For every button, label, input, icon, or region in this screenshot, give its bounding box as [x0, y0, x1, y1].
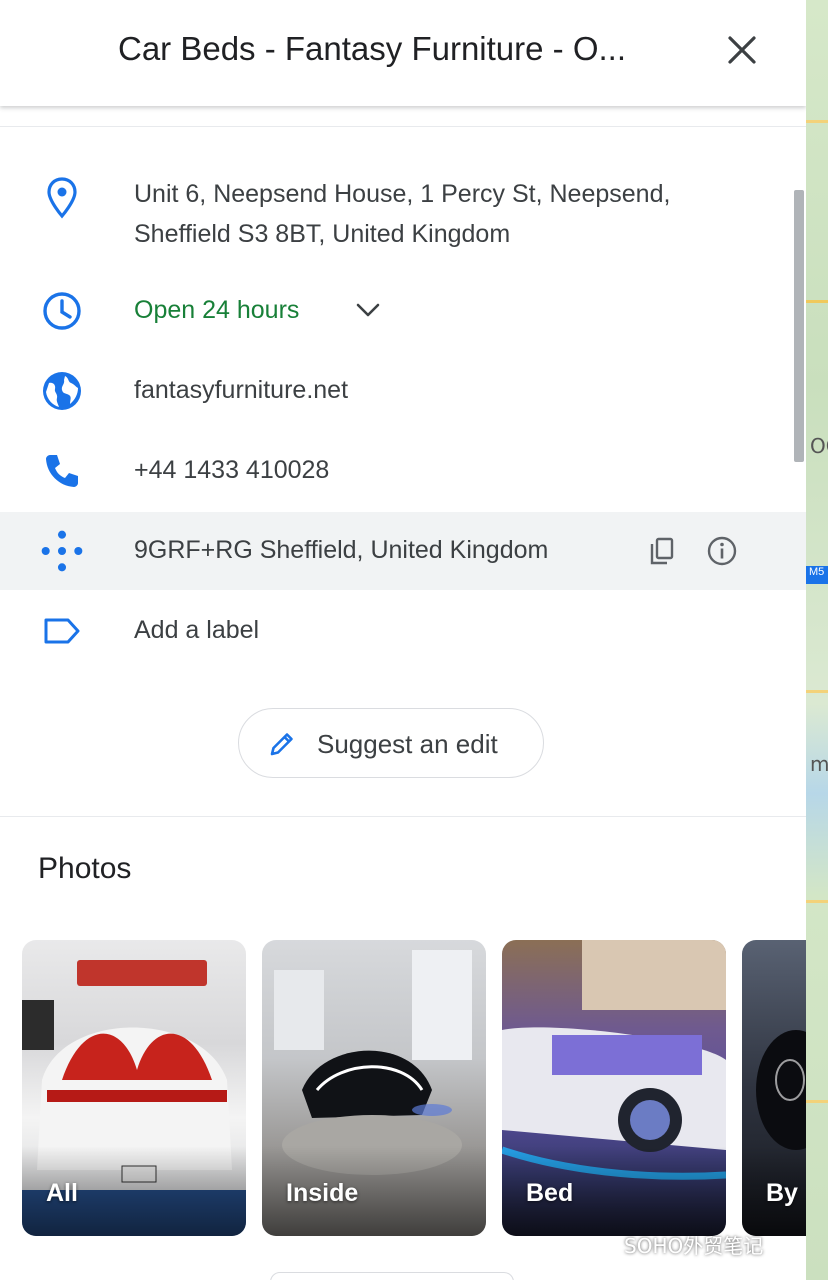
phone-icon	[38, 447, 86, 495]
photo-inside[interactable]: Inside	[262, 940, 486, 1236]
photo-label-inside: Inside	[286, 1179, 359, 1207]
photo-label-all: All	[46, 1179, 78, 1207]
chevron-down-icon	[356, 303, 380, 317]
photo-by-owner[interactable]: By	[742, 940, 806, 1236]
watermark: SOHO外贸笔记	[624, 1234, 764, 1258]
hours-status: Open 24 hours	[134, 296, 300, 324]
add-label-text: Add a label	[134, 616, 260, 644]
hours-expand-button[interactable]	[350, 292, 386, 328]
website-row[interactable]: fantasyfurniture.net	[0, 366, 806, 416]
place-details-panel: Car Beds - Fantasy Furniture - O... Unit…	[0, 0, 806, 1280]
map-road	[806, 120, 828, 123]
info-icon	[707, 536, 737, 566]
address-line2: Sheffield S3 8BT, United Kingdom	[134, 220, 511, 248]
map-road	[806, 900, 828, 903]
plus-code-icon	[38, 527, 86, 575]
copy-icon	[650, 537, 674, 565]
plus-code-text: 9GRF+RG Sheffield, United Kingdom	[134, 536, 549, 564]
close-icon	[728, 36, 756, 64]
copy-plus-code-button[interactable]	[644, 533, 680, 569]
map-label: OC	[810, 434, 828, 458]
pencil-icon	[270, 733, 293, 756]
phone-row[interactable]: +44 1433 410028	[0, 446, 806, 496]
map-road	[806, 690, 828, 693]
phone-number[interactable]: +44 1433 410028	[134, 450, 329, 490]
website-link[interactable]: fantasyfurniture.net	[134, 370, 348, 410]
map-road	[806, 1100, 828, 1103]
place-title: Car Beds - Fantasy Furniture - O...	[118, 30, 626, 67]
scrollbar-thumb[interactable]	[794, 190, 804, 462]
close-button[interactable]	[722, 30, 762, 70]
photo-all[interactable]: All	[22, 940, 246, 1236]
label-icon	[38, 607, 86, 655]
more-button[interactable]	[270, 1272, 514, 1280]
map-route-badge: M5	[806, 566, 828, 584]
plus-code-info-button[interactable]	[704, 533, 740, 569]
divider	[0, 816, 806, 817]
map-label: m	[810, 752, 828, 776]
photo-label-by: By	[766, 1179, 798, 1207]
divider	[0, 126, 806, 127]
map-road	[806, 300, 828, 303]
photo-label-bed: Bed	[526, 1179, 574, 1207]
plus-code-row[interactable]: 9GRF+RG Sheffield, United Kingdom	[0, 512, 806, 590]
address-line1: Unit 6, Neepsend House, 1 Percy St, Neep…	[134, 180, 671, 208]
panel-header: Car Beds - Fantasy Furniture - O...	[0, 0, 806, 106]
location-pin-icon	[38, 174, 86, 222]
photos-heading: Photos	[38, 852, 132, 885]
photo-bed[interactable]: Bed	[502, 940, 726, 1236]
hours-row[interactable]: Open 24 hours	[0, 286, 806, 336]
add-label-row[interactable]: Add a label	[0, 606, 806, 656]
address-row[interactable]: Unit 6, Neepsend House, 1 Percy St, Neep…	[0, 168, 806, 264]
suggest-edit-button[interactable]: Suggest an edit	[238, 708, 544, 778]
clock-icon	[38, 287, 86, 335]
suggest-edit-label: Suggest an edit	[317, 729, 498, 759]
map-edge[interactable]: OC m	[806, 0, 828, 1280]
globe-icon	[38, 367, 86, 415]
